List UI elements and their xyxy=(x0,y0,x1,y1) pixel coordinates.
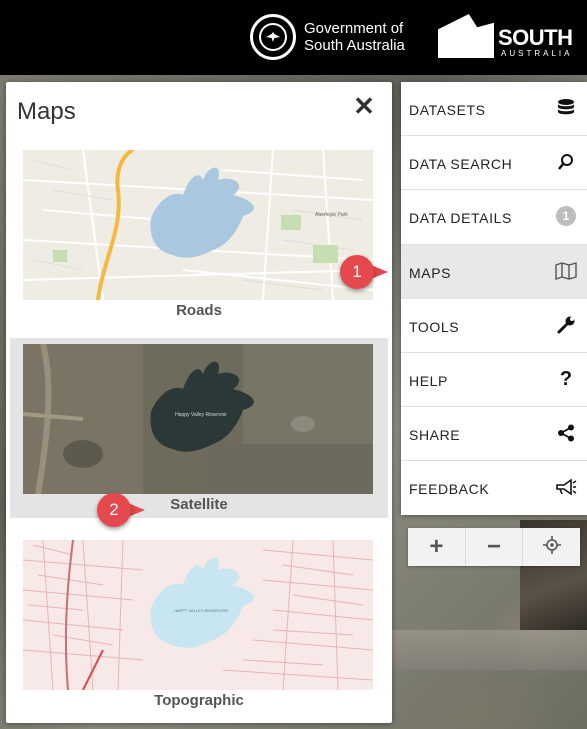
database-icon xyxy=(555,97,577,119)
menu-item-datasets[interactable]: DATASETS xyxy=(401,82,587,136)
zoom-controls: + − xyxy=(408,528,580,566)
callout-1: 1 xyxy=(340,255,392,289)
state-seal-icon xyxy=(250,14,296,60)
maps-panel: Maps ✕ Aberfoyle Park Roads Happy Valley… xyxy=(6,82,392,723)
wrench-icon xyxy=(555,314,577,336)
count-badge: 1 xyxy=(555,205,577,227)
menu-label-tools: TOOLS xyxy=(409,319,460,335)
roads-map-thumbnail: Aberfoyle Park xyxy=(23,150,373,300)
map-option-label-roads: Roads xyxy=(176,302,222,319)
data-details-badge: 1 xyxy=(556,206,576,226)
callout-number-2: 2 xyxy=(97,493,131,527)
menu-item-share[interactable]: SHARE xyxy=(401,407,587,461)
panel-title: Maps xyxy=(17,98,76,125)
menu-item-maps[interactable]: MAPS xyxy=(401,245,587,299)
government-logo[interactable]: Government of South Australia xyxy=(250,14,405,60)
share-icon xyxy=(555,422,577,444)
topo-lake-label: HAPPY VALLEY RESERVOIR xyxy=(174,608,228,613)
menu-label-help: HELP xyxy=(409,373,448,389)
gov-line-2: South Australia xyxy=(304,37,405,54)
search-icon xyxy=(555,151,577,173)
locate-button[interactable] xyxy=(523,528,580,566)
satellite-map-thumbnail: Happy Valley Reservoir xyxy=(23,344,373,494)
tool-menu: DATASETS DATA SEARCH DATA DETAILS 1 MAPS… xyxy=(401,82,587,515)
menu-label-maps: MAPS xyxy=(409,265,452,281)
menu-label-datasets: DATASETS xyxy=(409,102,486,118)
close-icon[interactable]: ✕ xyxy=(352,92,376,120)
menu-item-help[interactable]: HELP ? xyxy=(401,353,587,407)
menu-item-feedback[interactable]: FEEDBACK xyxy=(401,461,587,515)
menu-item-data-search[interactable]: DATA SEARCH xyxy=(401,136,587,190)
zoom-in-button[interactable]: + xyxy=(408,528,466,566)
topographic-map-thumbnail: HAPPY VALLEY RESERVOIR xyxy=(23,540,373,690)
map-option-satellite[interactable]: Happy Valley Reservoir Satellite xyxy=(10,338,388,518)
site-header: Government of South Australia SOUTH AUST… xyxy=(0,0,587,75)
map-option-roads[interactable]: Aberfoyle Park Roads xyxy=(10,144,388,324)
map-option-topographic[interactable]: HAPPY VALLEY RESERVOIR Topographic xyxy=(10,534,388,714)
south-australia-logo[interactable]: SOUTH AUSTRALIA xyxy=(438,14,573,58)
map-option-label-topographic: Topographic xyxy=(154,692,244,709)
zoom-out-button[interactable]: − xyxy=(466,528,524,566)
callout-number-1: 1 xyxy=(340,255,374,289)
sa-logo-small-text: AUSTRALIA xyxy=(501,49,573,58)
satellite-lake-label: Happy Valley Reservoir xyxy=(175,412,227,418)
menu-label-share: SHARE xyxy=(409,427,461,443)
question-icon: ? xyxy=(559,367,573,390)
roads-place-label: Aberfoyle Park xyxy=(315,212,348,218)
map-icon xyxy=(555,260,577,282)
menu-label-feedback: FEEDBACK xyxy=(409,481,490,497)
callout-2: 2 xyxy=(97,493,149,527)
menu-label-data-details: DATA DETAILS xyxy=(409,210,512,226)
map-option-label-satellite: Satellite xyxy=(170,496,228,513)
menu-label-data-search: DATA SEARCH xyxy=(409,156,513,172)
crosshair-icon xyxy=(542,533,561,561)
gov-line-1: Government of xyxy=(304,20,404,37)
megaphone-icon xyxy=(555,476,577,498)
map-background-road xyxy=(392,630,587,670)
sa-brand-mark-icon xyxy=(438,14,494,58)
sa-logo-big-text: SOUTH xyxy=(498,25,573,50)
government-text: Government of South Australia xyxy=(304,20,405,54)
menu-item-data-details[interactable]: DATA DETAILS 1 xyxy=(401,190,587,245)
menu-item-tools[interactable]: TOOLS xyxy=(401,299,587,353)
